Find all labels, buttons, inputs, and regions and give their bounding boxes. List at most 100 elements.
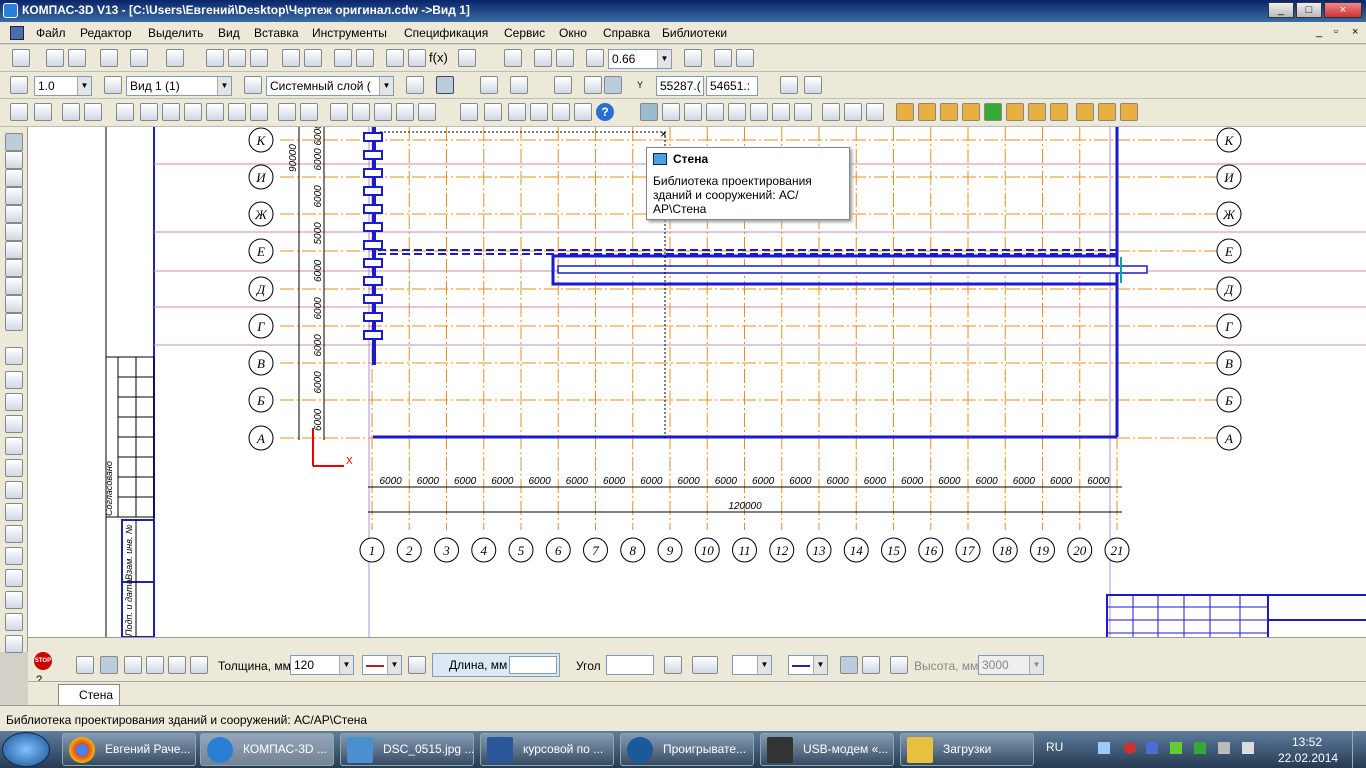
opening-tool-icon[interactable] bbox=[684, 103, 702, 121]
lib-tool-3-icon[interactable] bbox=[62, 103, 80, 121]
round-icon[interactable] bbox=[554, 76, 572, 94]
nvidia-tray-icon[interactable] bbox=[1170, 742, 1182, 754]
start-button[interactable] bbox=[2, 732, 50, 767]
lib-tool-4-icon[interactable] bbox=[84, 103, 102, 121]
ortho-icon[interactable] bbox=[480, 76, 498, 94]
report-icon[interactable] bbox=[780, 76, 798, 94]
language-indicator[interactable]: RU bbox=[1046, 740, 1063, 754]
menu-edit[interactable]: Редактор bbox=[80, 26, 132, 40]
lib-tool-12-icon[interactable] bbox=[278, 103, 296, 121]
menu-select[interactable]: Выделить bbox=[148, 26, 203, 40]
redo-icon[interactable] bbox=[356, 49, 374, 67]
mark-tool-icon[interactable] bbox=[822, 103, 840, 121]
furniture-2-icon[interactable] bbox=[918, 103, 936, 121]
lib-tool-11-icon[interactable] bbox=[250, 103, 268, 121]
task-photo[interactable]: DSC_0515.jpg ... bbox=[340, 733, 474, 766]
column-tool-icon[interactable] bbox=[662, 103, 680, 121]
mdi-restore-button[interactable]: ▫ bbox=[1334, 26, 1338, 38]
ellipse-icon[interactable] bbox=[5, 459, 23, 477]
lib-tool-8-icon[interactable] bbox=[184, 103, 202, 121]
hatch-icon[interactable] bbox=[5, 635, 23, 653]
snap-magnet-icon[interactable] bbox=[436, 76, 454, 94]
zoom-combo[interactable]: 0.66 ▼ bbox=[608, 49, 672, 69]
curve-icon[interactable] bbox=[5, 547, 23, 565]
associative-icon[interactable] bbox=[5, 259, 23, 277]
menu-tools[interactable]: Инструменты bbox=[312, 26, 387, 40]
task-player[interactable]: Проигрывате... bbox=[620, 733, 754, 766]
lib-tool-5-icon[interactable] bbox=[116, 103, 134, 121]
coord-x-field[interactable]: 55287.( bbox=[656, 76, 704, 96]
mdi-close-button[interactable]: × bbox=[1352, 26, 1358, 38]
new-document-icon[interactable] bbox=[12, 49, 30, 67]
polyline-icon[interactable] bbox=[5, 503, 23, 521]
menu-help[interactable]: Справка bbox=[603, 26, 650, 40]
decor-2-icon[interactable] bbox=[1050, 103, 1068, 121]
lib-tool-7-icon[interactable] bbox=[162, 103, 180, 121]
line-style-combo[interactable]: ▼ bbox=[362, 655, 402, 675]
zoom-in-icon[interactable] bbox=[534, 49, 552, 67]
view-icon[interactable] bbox=[104, 76, 122, 94]
symbols-icon[interactable] bbox=[5, 169, 23, 187]
wall-mode-1-icon[interactable] bbox=[76, 656, 94, 674]
variables-icon[interactable] bbox=[408, 49, 426, 67]
axis-line-combo[interactable]: ▼ bbox=[788, 655, 828, 675]
window-tool-icon[interactable] bbox=[706, 103, 724, 121]
signal-tray-icon[interactable] bbox=[1194, 742, 1206, 754]
chamfer-icon[interactable] bbox=[5, 591, 23, 609]
help-circle-icon[interactable]: ? bbox=[596, 103, 614, 121]
mdi-minimize-button[interactable]: _ bbox=[1316, 26, 1322, 38]
properties-icon[interactable] bbox=[304, 49, 322, 67]
furniture-5-icon[interactable] bbox=[1098, 103, 1116, 121]
decor-1-icon[interactable] bbox=[1028, 103, 1046, 121]
contour-icon[interactable] bbox=[5, 525, 23, 543]
task-kompas[interactable]: КОМПАС-3D ... bbox=[200, 733, 334, 766]
wall-mode-3-icon[interactable] bbox=[124, 656, 142, 674]
angle-input[interactable] bbox=[606, 655, 654, 675]
coord-y-field[interactable]: 54651.: bbox=[706, 76, 758, 96]
tab-wall[interactable]: Стена bbox=[58, 684, 120, 705]
wall-circle-icon[interactable] bbox=[190, 656, 208, 674]
lib-tool-10-icon[interactable] bbox=[228, 103, 246, 121]
lib-tool-15-icon[interactable] bbox=[352, 103, 370, 121]
refresh-icon[interactable] bbox=[736, 49, 754, 67]
dimensions-icon[interactable] bbox=[5, 151, 23, 169]
segment-icon[interactable] bbox=[5, 393, 23, 411]
clock-time[interactable]: 13:52 bbox=[1292, 735, 1322, 749]
menu-libraries[interactable]: Библиотеки bbox=[662, 26, 727, 40]
lib-tool-22-icon[interactable] bbox=[530, 103, 548, 121]
rectangle-icon[interactable] bbox=[5, 613, 23, 631]
format-brush-icon[interactable] bbox=[282, 49, 300, 67]
height-toggle-icon[interactable] bbox=[890, 656, 908, 674]
antivirus-tray-icon[interactable] bbox=[1124, 742, 1136, 754]
close-button[interactable]: × bbox=[1324, 2, 1362, 18]
clock-date[interactable]: 22.02.2014 bbox=[1278, 751, 1338, 765]
layer-props-icon[interactable] bbox=[406, 76, 424, 94]
editing-icon[interactable] bbox=[5, 187, 23, 205]
help-pointer-icon[interactable] bbox=[458, 49, 476, 67]
layer-combo[interactable]: Системный слой (▼ bbox=[266, 76, 394, 96]
room-tool-icon[interactable] bbox=[772, 103, 790, 121]
preview-icon[interactable] bbox=[130, 49, 148, 67]
task-chrome[interactable]: Евгений Раче... bbox=[62, 733, 196, 766]
tree-icon[interactable] bbox=[386, 49, 404, 67]
wall-mode-2-icon[interactable] bbox=[100, 656, 118, 674]
open-icon[interactable] bbox=[46, 49, 64, 67]
menu-file[interactable]: Файл bbox=[36, 26, 66, 40]
task-usb-modem[interactable]: USB-модем «... bbox=[760, 733, 894, 766]
lib-tool-21-icon[interactable] bbox=[508, 103, 526, 121]
align-center-icon[interactable] bbox=[862, 656, 880, 674]
grid-icon[interactable] bbox=[510, 76, 528, 94]
furniture-1-icon[interactable] bbox=[896, 103, 914, 121]
task-word[interactable]: курсовой по ... bbox=[480, 733, 614, 766]
zoom-window-icon[interactable] bbox=[504, 49, 522, 67]
lib-tool-23-icon[interactable] bbox=[552, 103, 570, 121]
area-tool-icon[interactable] bbox=[794, 103, 812, 121]
monitor-tray-icon[interactable] bbox=[1218, 742, 1230, 754]
view-combo[interactable]: Вид 1 (1) ▼ bbox=[126, 76, 232, 96]
show-all-icon[interactable] bbox=[714, 49, 732, 67]
wall-type-icon[interactable] bbox=[664, 656, 682, 674]
vk-tray-icon[interactable] bbox=[1146, 742, 1158, 754]
parametrization-icon[interactable] bbox=[5, 205, 23, 223]
zoom-out-icon[interactable] bbox=[556, 49, 574, 67]
circle-icon[interactable] bbox=[5, 415, 23, 433]
